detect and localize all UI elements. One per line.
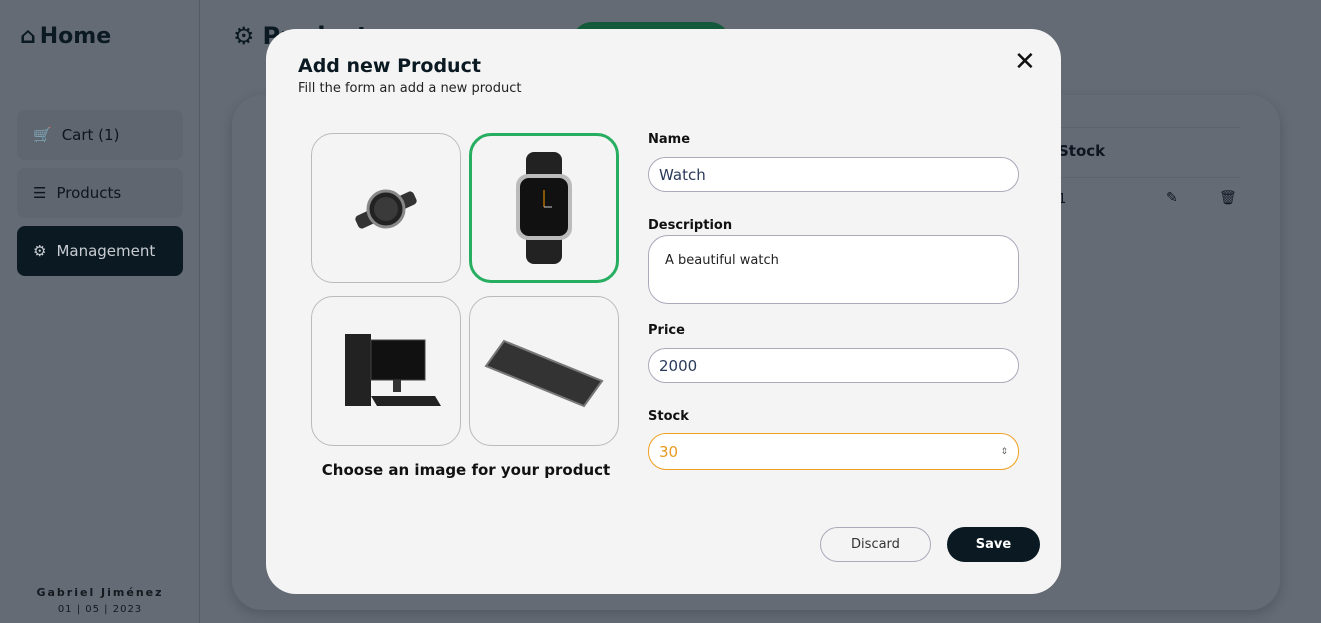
add-product-modal: Add new Product Fill the form an add a n… bbox=[266, 29, 1061, 594]
modal-subtitle: Fill the form an add a new product bbox=[298, 81, 522, 96]
home-label: Home bbox=[39, 24, 112, 49]
trash-icon[interactable]: 🗑 bbox=[1219, 190, 1237, 206]
steel-watch-image bbox=[355, 189, 417, 229]
description-textarea[interactable]: A beautiful watch bbox=[648, 235, 1019, 304]
column-header-stock: Stock bbox=[1058, 142, 1106, 160]
desktop-pc-image bbox=[345, 334, 441, 406]
sidebar-item-cart[interactable]: 🛒 Cart (1) bbox=[17, 110, 183, 160]
label: Products bbox=[56, 184, 122, 202]
smartwatch-image bbox=[516, 152, 572, 264]
image-option-desktop-pc[interactable] bbox=[311, 296, 461, 446]
stock-label: Stock bbox=[648, 409, 689, 424]
description-label: Description bbox=[648, 218, 733, 233]
user-name: Gabriel Jiménez bbox=[36, 586, 164, 599]
image-option-watch-steel[interactable] bbox=[311, 133, 461, 283]
gear-icon: ⚙ bbox=[233, 22, 255, 50]
stock-input[interactable]: 30 ⇕ bbox=[648, 433, 1019, 470]
home-link[interactable]: ⌂ Home bbox=[20, 24, 111, 49]
stepper-icon[interactable]: ⇕ bbox=[1000, 447, 1008, 457]
sidebar: ⌂ Home 🛒 Cart (1) ☰ Products ⚙ Management Ga… bbox=[0, 0, 200, 623]
label: Management bbox=[56, 242, 156, 260]
choose-image-label: Choose an image for your product bbox=[321, 461, 611, 479]
discard-button[interactable]: Discard bbox=[820, 527, 931, 562]
gear-icon: ⚙ bbox=[33, 242, 47, 260]
home-icon: ⌂ bbox=[20, 24, 36, 49]
label: Cart (1) bbox=[61, 126, 120, 144]
name-label: Name bbox=[648, 132, 691, 147]
edit-icon[interactable]: ✎ bbox=[1166, 190, 1178, 206]
date: 01 | 05 | 2023 bbox=[57, 604, 143, 615]
image-option-keyboard[interactable] bbox=[469, 296, 619, 446]
close-icon[interactable]: ✕ bbox=[1014, 49, 1036, 75]
cart-icon: 🛒 bbox=[33, 126, 52, 144]
price-label: Price bbox=[648, 323, 685, 338]
keyboard-image bbox=[484, 339, 604, 408]
sidebar-item-products[interactable]: ☰ Products bbox=[17, 168, 183, 218]
save-button[interactable]: Save bbox=[947, 527, 1040, 562]
list-icon: ☰ bbox=[33, 184, 47, 202]
modal-title: Add new Product bbox=[298, 55, 481, 77]
image-option-smartwatch[interactable] bbox=[469, 133, 619, 283]
stock-value: 30 bbox=[659, 442, 679, 461]
price-input[interactable]: 2000 bbox=[648, 348, 1019, 383]
name-input[interactable]: Watch bbox=[648, 157, 1019, 192]
sidebar-item-management[interactable]: ⚙ Management bbox=[17, 226, 183, 276]
